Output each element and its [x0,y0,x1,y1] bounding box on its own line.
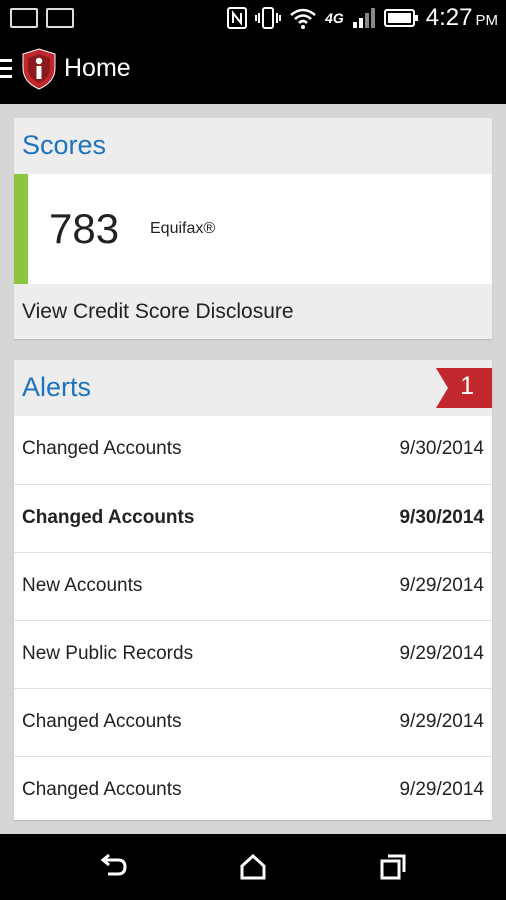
score-indicator-bar [14,174,28,284]
list-item[interactable]: Changed Accounts 9/30/2014 [14,484,492,552]
signal-icon [352,8,375,28]
vibrate-icon [255,7,282,29]
disclosure-label: View Credit Score Disclosure [22,300,294,323]
alert-count: 1 [460,372,474,400]
list-item[interactable]: Changed Accounts 9/29/2014 [14,688,492,756]
home-icon[interactable] [238,852,268,882]
list-item[interactable]: Changed Accounts 9/30/2014 [14,416,492,484]
notification-icon [10,8,38,28]
scores-header: Scores [14,118,492,174]
alerts-header: Alerts 1 [14,360,492,416]
scores-card: Scores 783 Equifax® View Credit Score Di… [14,118,492,339]
alert-type: Changed Accounts [22,507,195,528]
scores-title: Scores [22,130,107,160]
alert-type: New Accounts [22,575,143,596]
alert-type: Changed Accounts [22,438,182,459]
nfc-icon [227,7,248,29]
system-nav-bar [0,834,506,900]
gallery-icon [46,8,74,28]
app-logo[interactable] [22,48,56,90]
status-bar: 4G 4:27 PM [0,0,506,36]
view-disclosure-link[interactable]: View Credit Score Disclosure [14,284,492,339]
battery-icon [383,9,418,27]
alert-type: Changed Accounts [22,711,182,732]
alerts-list: Changed Accounts 9/30/2014 Changed Accou… [14,416,492,824]
back-icon[interactable] [98,852,128,882]
page-title: Home [64,54,131,82]
alert-date: 9/29/2014 [399,575,484,596]
alert-type: Changed Accounts [22,779,182,800]
alert-type: New Public Records [22,643,194,664]
list-item[interactable]: New Accounts 9/29/2014 [14,552,492,620]
alerts-title: Alerts [22,372,92,402]
app-bar: Home [0,36,506,104]
credit-bureau-label: Equifax® [150,220,216,237]
alerts-card: Alerts 1 Changed Accounts 9/30/2014 Chan… [14,360,492,820]
credit-score-value: 783 [49,205,120,252]
list-item[interactable]: Changed Accounts 9/29/2014 [14,756,492,824]
menu-icon[interactable] [0,59,14,79]
clock: 4:27 PM [425,4,498,31]
network-type-label: 4G [325,10,344,26]
list-item[interactable]: New Public Records 9/29/2014 [14,620,492,688]
score-row[interactable]: 783 Equifax® [14,174,492,284]
alert-date: 9/29/2014 [399,779,484,800]
alert-date: 9/30/2014 [399,507,484,528]
alert-date: 9/29/2014 [399,643,484,664]
alert-date: 9/29/2014 [399,711,484,732]
alert-date: 9/30/2014 [399,438,484,459]
wifi-icon [290,8,316,29]
recent-apps-icon[interactable] [378,852,408,882]
